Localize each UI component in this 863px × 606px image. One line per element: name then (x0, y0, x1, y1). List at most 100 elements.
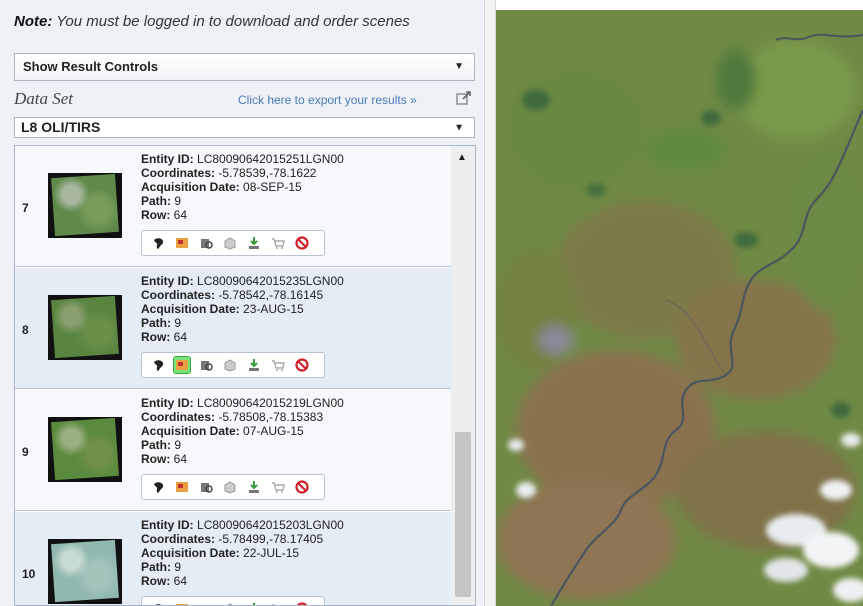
entity-id-line: Entity ID: LC80090642015203LGN00 (141, 518, 344, 532)
scene-toolbar (141, 352, 325, 378)
scene-thumbnail-image (51, 539, 119, 603)
result-row[interactable]: 10 Entity ID: LC80090642015203LGN00 Coordi… (15, 512, 451, 605)
acquisition-date-label: Acquisition Date: (141, 424, 240, 438)
results-list[interactable]: 7 Entity ID: LC80090642015251LGN00 Coordin… (14, 145, 476, 606)
path-value: 9 (174, 438, 182, 452)
bulk-download-icon[interactable] (222, 601, 238, 605)
dataset-select[interactable]: L8 OLI/TIRS ▼ (14, 117, 475, 138)
scrollbar-thumb[interactable] (455, 432, 471, 597)
entity-id-value: LC80090642015203LGN00 (197, 518, 344, 532)
acquisition-date-line: Acquisition Date: 22-JUL-15 (141, 546, 344, 560)
coordinates-line: Coordinates: -5.78508,-78.15383 (141, 410, 344, 424)
row-value: 64 (173, 574, 188, 588)
overlay-icon[interactable] (173, 356, 191, 374)
footprint-icon[interactable] (150, 235, 166, 251)
external-link-icon[interactable] (456, 91, 472, 105)
search-results-panel: Note: You must be logged in to download … (0, 0, 484, 606)
scene-thumbnail[interactable] (48, 539, 122, 604)
acquisition-date-label: Acquisition Date: (141, 302, 240, 316)
entity-id-line: Entity ID: LC80090642015251LGN00 (141, 152, 344, 166)
dropdown-arrow-icon: ▼ (454, 61, 464, 72)
exclude-icon[interactable] (294, 479, 310, 495)
scene-toolbar (141, 474, 325, 500)
show-result-controls-dropdown[interactable]: Show Result Controls ▼ (14, 53, 475, 81)
path-label: Path: (141, 560, 171, 574)
order-icon[interactable] (270, 479, 286, 495)
path-label: Path: (141, 438, 171, 452)
exclude-icon[interactable] (294, 235, 310, 251)
result-number: 10 (22, 567, 36, 581)
path-line: Path: 9 (141, 194, 344, 208)
footprint-icon[interactable] (150, 357, 166, 373)
result-row[interactable]: 7 Entity ID: LC80090642015251LGN00 Coordin… (15, 146, 451, 267)
download-icon[interactable] (246, 235, 262, 251)
result-controls-label: Show Result Controls (23, 59, 159, 74)
metadata-icon[interactable] (198, 479, 214, 495)
row-line: Row: 64 (141, 330, 344, 344)
result-number: 9 (22, 445, 29, 459)
exclude-icon[interactable] (294, 357, 310, 373)
result-number: 8 (22, 323, 29, 337)
scene-thumbnail[interactable] (48, 417, 122, 482)
order-icon[interactable] (270, 601, 286, 605)
overlay-icon[interactable] (174, 479, 190, 495)
scene-thumbnail[interactable] (48, 173, 122, 238)
metadata-icon[interactable] (198, 235, 214, 251)
scene-toolbar (141, 230, 325, 256)
export-results-link[interactable]: Click here to export your results » (238, 93, 417, 107)
acquisition-date-value: 22-JUL-15 (243, 546, 300, 560)
result-row[interactable]: 9 Entity ID: LC80090642015219LGN00 Coordin… (15, 390, 451, 511)
path-label: Path: (141, 194, 171, 208)
result-row[interactable]: 8 Entity ID: LC80090642015235LGN00 Coordin… (15, 268, 451, 389)
order-icon[interactable] (270, 357, 286, 373)
scene-info: Entity ID: LC80090642015251LGN00 Coordina… (141, 152, 344, 222)
entity-id-line: Entity ID: LC80090642015235LGN00 (141, 274, 344, 288)
coordinates-label: Coordinates: (141, 288, 216, 302)
coordinates-value: -5.78499,-78.17405 (218, 532, 324, 546)
coordinates-line: Coordinates: -5.78499,-78.17405 (141, 532, 344, 546)
scroll-up-arrow-icon[interactable]: ▲ (457, 152, 467, 163)
metadata-icon[interactable] (198, 357, 214, 373)
bulk-download-icon[interactable] (222, 357, 238, 373)
metadata-icon[interactable] (198, 601, 214, 605)
acquisition-date-label: Acquisition Date: (141, 546, 240, 560)
scene-thumbnail-image (51, 417, 119, 481)
download-icon[interactable] (246, 357, 262, 373)
footprint-icon[interactable] (150, 601, 166, 605)
scene-info: Entity ID: LC80090642015203LGN00 Coordina… (141, 518, 344, 588)
acquisition-date-value: 07-AUG-15 (243, 424, 304, 438)
exclude-icon[interactable] (294, 601, 310, 605)
scene-thumbnail[interactable] (48, 295, 122, 360)
coordinates-label: Coordinates: (141, 410, 216, 424)
download-icon[interactable] (246, 601, 262, 605)
satellite-map[interactable] (496, 10, 863, 606)
dataset-selected-value: L8 OLI/TIRS (21, 119, 101, 135)
path-label: Path: (141, 316, 171, 330)
entity-id-label: Entity ID: (141, 274, 194, 288)
overlay-icon[interactable] (174, 601, 190, 605)
map-top-strip (496, 0, 863, 10)
order-icon[interactable] (270, 235, 286, 251)
coordinates-line: Coordinates: -5.78542,-78.16145 (141, 288, 344, 302)
overlay-icon[interactable] (174, 235, 190, 251)
coordinates-value: -5.78508,-78.15383 (218, 410, 324, 424)
row-line: Row: 64 (141, 208, 344, 222)
bulk-download-icon[interactable] (222, 479, 238, 495)
row-label: Row: (141, 452, 171, 466)
scene-thumbnail-image (51, 295, 119, 359)
entity-id-value: LC80090642015219LGN00 (197, 396, 344, 410)
acquisition-date-line: Acquisition Date: 07-AUG-15 (141, 424, 344, 438)
note-text: You must be logged in to download and or… (56, 13, 410, 30)
footprint-icon[interactable] (150, 479, 166, 495)
download-icon[interactable] (246, 479, 262, 495)
bulk-download-icon[interactable] (222, 235, 238, 251)
satellite-imagery (496, 10, 863, 606)
login-note: Note: You must be logged in to download … (14, 14, 464, 29)
scene-thumbnail-image (51, 173, 119, 237)
coordinates-line: Coordinates: -5.78539,-78.1622 (141, 166, 344, 180)
row-label: Row: (141, 208, 171, 222)
panel-divider[interactable] (484, 0, 496, 606)
path-line: Path: 9 (141, 438, 344, 452)
acquisition-date-line: Acquisition Date: 08-SEP-15 (141, 180, 344, 194)
scene-toolbar (141, 596, 325, 605)
